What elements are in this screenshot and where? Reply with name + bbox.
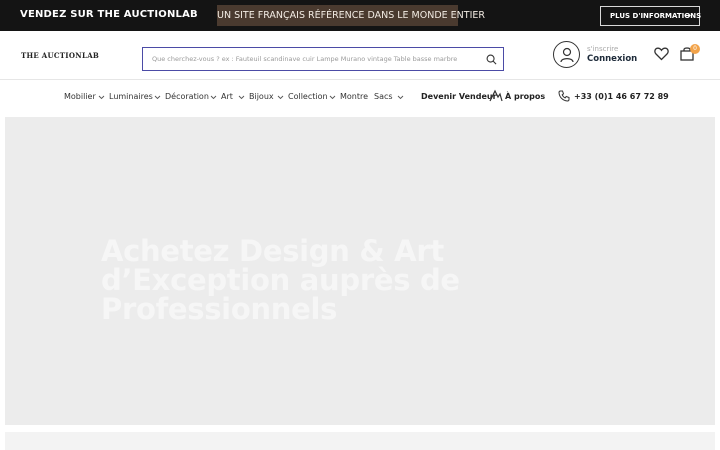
heart-icon[interactable] bbox=[654, 47, 669, 61]
chevron-down-icon[interactable] bbox=[277, 94, 284, 100]
nav-item-luminaires[interactable]: Luminaires bbox=[109, 92, 153, 101]
chevron-down-icon[interactable] bbox=[154, 94, 161, 100]
search-input[interactable]: Que cherchez-vous ? ex : Fauteuil scandi… bbox=[152, 55, 457, 63]
search-bar[interactable]: Que cherchez-vous ? ex : Fauteuil scandi… bbox=[142, 47, 504, 71]
signup-link[interactable]: s'inscrire bbox=[587, 45, 618, 53]
cart-count-badge: 0 bbox=[690, 44, 700, 54]
nav-item-decoration[interactable]: Décoration bbox=[165, 92, 209, 101]
nav-item-bijoux[interactable]: Bijoux bbox=[249, 92, 274, 101]
about-link[interactable]: À propos bbox=[505, 92, 545, 101]
login-link[interactable]: Connexion bbox=[587, 54, 637, 64]
hero-title: Achetez Design & Art d’Exception auprès … bbox=[101, 234, 460, 326]
chevron-down-icon[interactable] bbox=[210, 94, 217, 100]
become-seller-link[interactable]: Devenir Vendeur bbox=[421, 92, 497, 101]
nav-item-mobilier[interactable]: Mobilier bbox=[64, 92, 96, 101]
site-logo[interactable]: THE AUCTIONLAB bbox=[21, 51, 99, 60]
nav-item-montre[interactable]: Montre bbox=[340, 92, 368, 101]
nav-item-sacs[interactable]: Sacs bbox=[374, 92, 393, 101]
search-icon[interactable] bbox=[486, 54, 497, 65]
more-info-button[interactable]: PLUS D'INFORMATIONS → bbox=[600, 6, 701, 26]
site-header: THE AUCTIONLAB Que cherchez-vous ? ex : … bbox=[0, 31, 720, 80]
main-navigation: Mobilier Luminaires Décoration Art Bijou… bbox=[0, 80, 720, 116]
chevron-down-icon[interactable] bbox=[329, 94, 336, 100]
phone-icon bbox=[558, 90, 570, 102]
user-icon[interactable] bbox=[553, 41, 580, 68]
top-announcement-bar: VENDEZ SUR THE AUCTIONLAB UN SITE FRANÇA… bbox=[0, 0, 720, 31]
hero-banner: Achetez Design & Art d’Exception auprès … bbox=[5, 117, 715, 425]
arrow-right-icon: → bbox=[684, 11, 691, 20]
chevron-down-icon[interactable] bbox=[238, 94, 245, 100]
chevron-down-icon[interactable] bbox=[397, 94, 404, 100]
chevron-down-icon[interactable] bbox=[98, 94, 105, 100]
phone-number[interactable]: +33 (0)1 46 67 72 89 bbox=[574, 92, 669, 101]
next-section bbox=[5, 432, 715, 450]
sell-on-site-link[interactable]: VENDEZ SUR THE AUCTIONLAB bbox=[20, 9, 198, 20]
nav-item-art[interactable]: Art bbox=[221, 92, 233, 101]
promo-banner: UN SITE FRANÇAIS RÉFÉRENCE DANS LE MONDE… bbox=[217, 5, 485, 26]
nav-item-collection[interactable]: Collection bbox=[288, 92, 328, 101]
auctionlab-mark-icon bbox=[489, 89, 503, 102]
